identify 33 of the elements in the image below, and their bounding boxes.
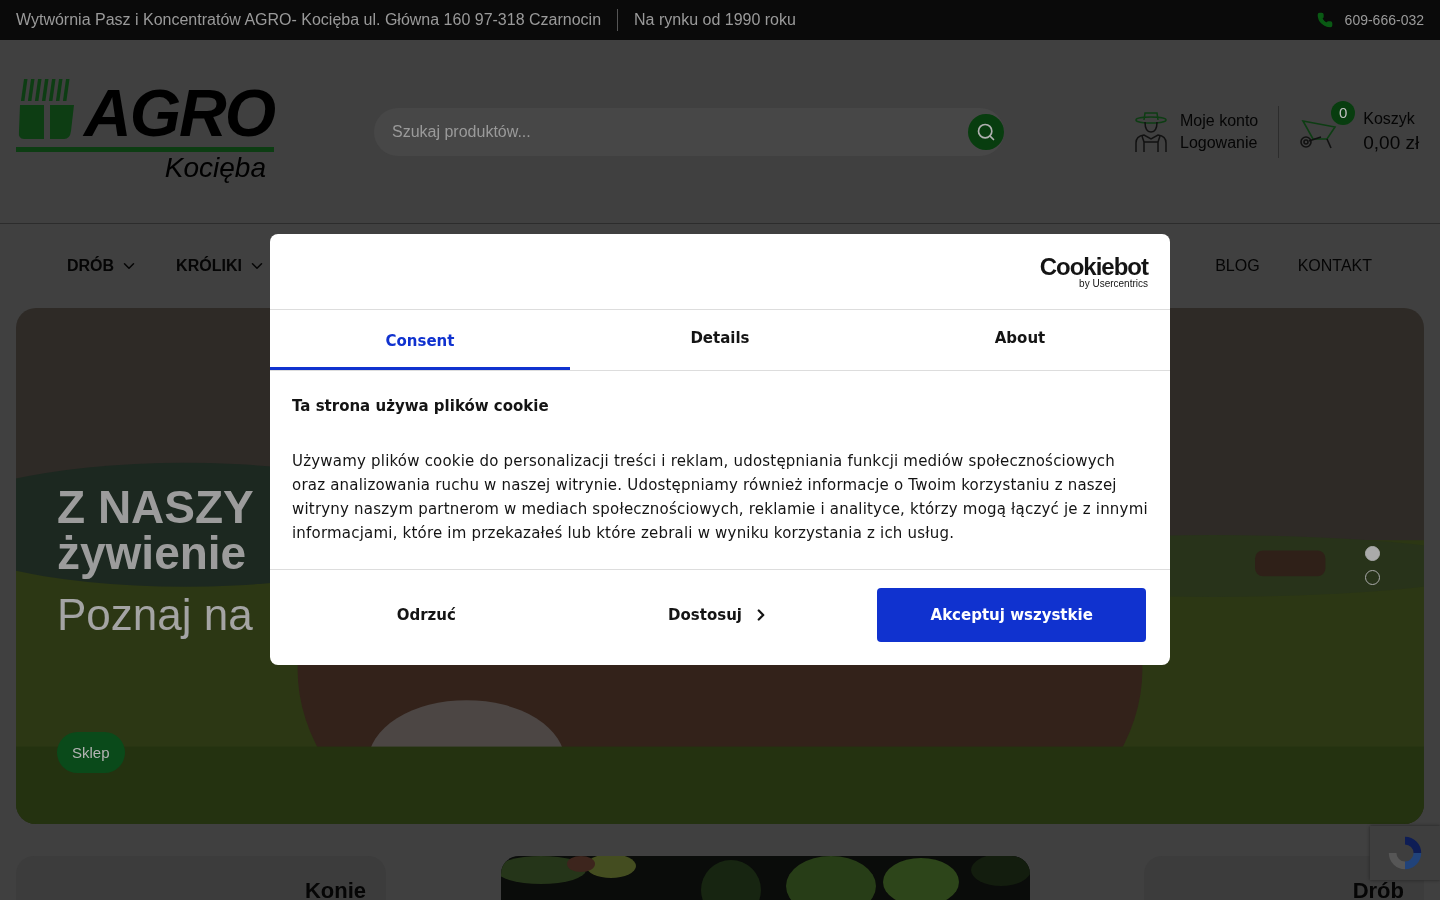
nav-link[interactable]: KONTAKT	[1297, 257, 1372, 275]
phone-icon	[1316, 12, 1333, 28]
brand-logo: Cookiebot	[1039, 254, 1148, 279]
dialog-tab[interactable]: About	[870, 310, 1170, 370]
dialog-text: Używamy plików cookie do personalizacji treści i reklam, udostępniania funkcji mediów społecznościowych oraz analizowania ruchu w naszej witrynie. Udostępniamy również informacje o Twoim korzystaniu z naszej witryny naszym partnerom w mediach społecznościowych, reklamie i analityce, którzy mogą łączyć je z innymi informacjami, które im przekazałeś lub które zebrali w wyniku korzystania z ich usług.	[292, 451, 1148, 544]
company-address: Wytwórnia Pasz i Koncentratów AGRO- Kocięba ul. Główna 160 97-318 Czarnocin	[16, 11, 602, 29]
search-bar[interactable]: Szukaj produktów...	[374, 107, 1004, 156]
category-title: Konie	[304, 881, 366, 900]
logo-subtitle: Kocięba	[164, 152, 266, 184]
brand-tagline: by Usercentrics	[1079, 278, 1148, 289]
logo-text: AGRO	[84, 81, 274, 145]
nav-link[interactable]: KRÓLIKI	[176, 257, 266, 275]
category-title: Drób	[1352, 881, 1404, 900]
login-link[interactable]: Logowanie	[1180, 133, 1259, 152]
cart-label[interactable]: Koszyk	[1363, 109, 1420, 128]
accept-all-button[interactable]: Akceptuj wszystkie	[877, 588, 1146, 642]
farmer-icon	[1134, 110, 1168, 153]
search-icon	[976, 121, 996, 142]
hero-title: Z NASZY	[57, 484, 254, 530]
search-field[interactable]: Szukaj produktów...	[390, 121, 968, 142]
dialog-tab[interactable]: Details	[570, 310, 870, 370]
cart-count-badge: 0	[1331, 100, 1356, 125]
hero-subtitle: Poznaj na	[57, 590, 253, 640]
slogan: Na rynku od 1990 roku	[634, 11, 796, 29]
nav-link[interactable]: BLOG	[1215, 257, 1260, 275]
search-button[interactable]	[968, 113, 1004, 150]
phone-number[interactable]: 609-666-032	[1344, 12, 1424, 28]
dialog-heading: Ta strona używa plików cookie	[292, 397, 550, 415]
dialog-tab[interactable]: Consent	[270, 310, 570, 370]
category-card[interactable]: Konie	[16, 856, 386, 900]
nav-link[interactable]: DRÓB	[67, 257, 139, 275]
account-title[interactable]: Moje konto	[1180, 111, 1259, 130]
cart-total: 0,00 zł	[1363, 131, 1420, 154]
